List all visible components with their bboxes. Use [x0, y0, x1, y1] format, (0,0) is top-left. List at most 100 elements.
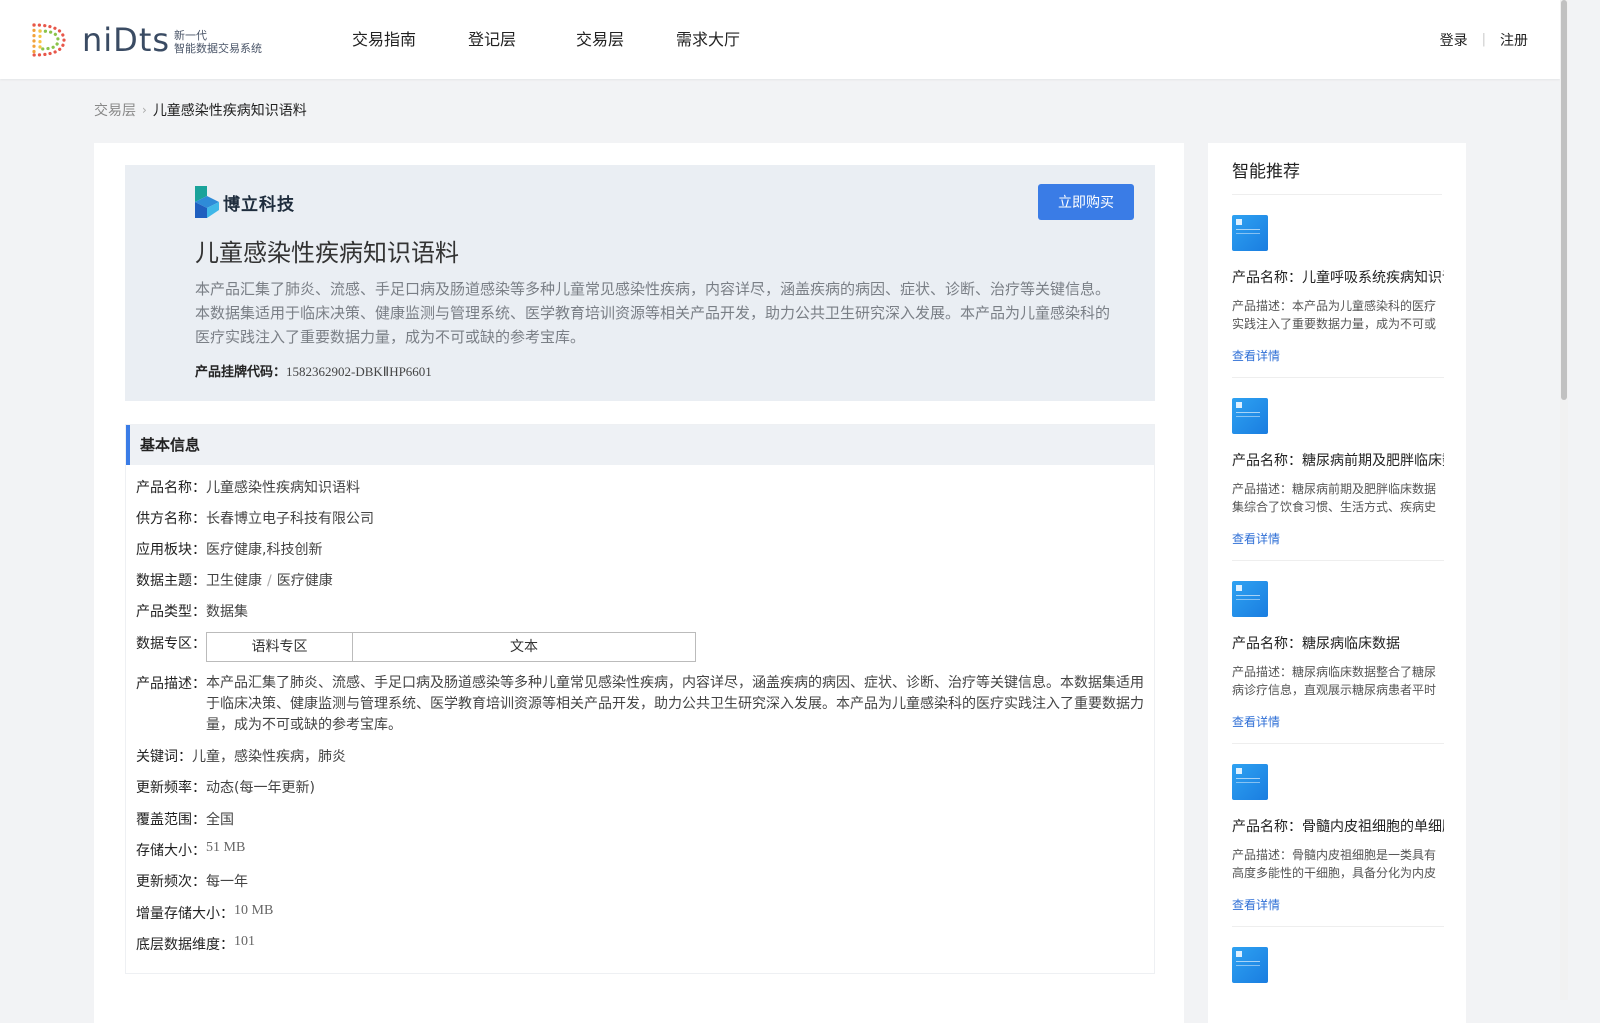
- recommendation-name[interactable]: 产品名称：糖尿病前期及肥胖临床数据: [1232, 450, 1444, 470]
- field-label: 存储大小：: [136, 843, 206, 859]
- product-thumbnail[interactable]: [1232, 581, 1268, 617]
- product-detail-card: 博立科技 立即购买 儿童感染性疾病知识语料 本产品汇集了肺炎、流感、手足口病及肠…: [94, 143, 1184, 1023]
- field-label: 产品类型：: [136, 604, 206, 620]
- product-thumbnail[interactable]: [1232, 947, 1268, 983]
- listing-code-label: 产品挂牌代码：: [195, 365, 287, 380]
- logo-wordmark: niDts: [82, 21, 171, 59]
- field-value: 医疗健康,科技创新: [206, 542, 323, 558]
- nav-registration-layer[interactable]: 登记层: [468, 0, 516, 79]
- field-value: 每一年: [206, 874, 248, 890]
- field-label: 产品名称：: [136, 480, 206, 496]
- field-data-dimensions: 底层数据维度： 101: [136, 934, 255, 954]
- view-details-link[interactable]: 查看详情: [1232, 347, 1280, 364]
- recommendation-item: 产品名称：糖尿病前期及肥胖临床数据 产品描述：糖尿病前期及肥胖临床数据集综合了饮…: [1232, 398, 1444, 561]
- product-thumbnail[interactable]: [1232, 398, 1268, 434]
- field-label: 更新频率：: [136, 780, 206, 796]
- theme-primary: 卫生健康: [206, 573, 262, 589]
- auth-links: 登录 | 注册: [1440, 0, 1528, 79]
- nav-demand-hall[interactable]: 需求大厅: [676, 0, 740, 79]
- field-supplier: 供方名称： 长春博立电子科技有限公司: [136, 508, 374, 528]
- recommendation-item: 产品名称：糖尿病临床数据 产品描述：糖尿病临床数据整合了糖尿病诊疗信息，直观展示…: [1232, 581, 1444, 744]
- recommendation-item: 产品名称：儿童呼吸系统疾病知识语料 产品描述：本产品为儿童感染科的医疗实践注入了…: [1232, 215, 1444, 378]
- recommendation-item: 产品名称：骨髓内皮祖细胞的单细胞数据 产品描述：骨髓内皮祖细胞是一类具有高度多能…: [1232, 764, 1444, 927]
- field-product-name: 产品名称： 儿童感染性疾病知识语料: [136, 477, 360, 497]
- field-label: 覆盖范围：: [136, 812, 206, 828]
- auth-separator: |: [1481, 32, 1486, 47]
- field-label: 应用板块：: [136, 542, 206, 558]
- field-label: 供方名称：: [136, 511, 206, 527]
- field-update-times: 更新频次： 每一年: [136, 871, 248, 891]
- field-value: 101: [234, 934, 255, 949]
- field-value: 卫生健康 / 医疗健康: [206, 570, 333, 590]
- breadcrumb-trading-layer[interactable]: 交易层: [94, 100, 136, 120]
- field-value: 儿童感染性疾病知识语料: [206, 480, 360, 496]
- main-nav: 交易指南 登记层 交易层 需求大厅: [352, 0, 792, 79]
- page-scrollbar-thumb[interactable]: [1561, 0, 1567, 400]
- nav-trade-guide[interactable]: 交易指南: [352, 0, 416, 79]
- site-logo[interactable]: niDts 新一代 智能数据交易系统: [28, 20, 262, 60]
- divider: [1232, 560, 1444, 561]
- field-keywords: 关键词： 儿童，感染性疾病，肺炎: [136, 746, 346, 766]
- recommendation-item: [1232, 947, 1444, 983]
- listing-code-value: 1582362902-DBKⅡHP6601: [286, 364, 432, 379]
- field-product-type: 产品类型： 数据集: [136, 601, 248, 621]
- register-link[interactable]: 注册: [1500, 30, 1528, 50]
- brand-name: 博立科技: [223, 194, 295, 215]
- field-label: 增量存储大小：: [136, 906, 234, 922]
- field-data-zone: 数据专区： 语料专区 文本: [136, 632, 696, 662]
- view-details-link[interactable]: 查看详情: [1232, 896, 1280, 913]
- top-header: niDts 新一代 智能数据交易系统 交易指南 登记层 交易层 需求大厅 登录 …: [0, 0, 1560, 79]
- chevron-right-icon: ›: [142, 103, 147, 117]
- theme-separator: /: [267, 573, 272, 589]
- field-description: 产品描述： 本产品汇集了肺炎、流感、手足口病及肠道感染等多种儿童常见感染性疾病，…: [136, 673, 1146, 736]
- field-label: 产品描述：: [136, 676, 206, 692]
- field-theme: 数据主题： 卫生健康 / 医疗健康: [136, 570, 333, 590]
- product-hero: 博立科技 立即购买 儿童感染性疾病知识语料 本产品汇集了肺炎、流感、手足口病及肠…: [125, 165, 1155, 401]
- logo-subtitle: 新一代 智能数据交易系统: [174, 25, 262, 55]
- recommendation-desc: 产品描述：本产品为儿童感染科的医疗实践注入了重要数据力量，成为不可或缺的参考宝库…: [1232, 299, 1437, 331]
- field-value: 全国: [206, 812, 234, 828]
- nav-trading-layer[interactable]: 交易层: [576, 0, 624, 79]
- field-value: 儿童，感染性疾病，肺炎: [192, 749, 346, 765]
- product-title: 儿童感染性疾病知识语料: [195, 239, 459, 267]
- recommendation-name[interactable]: 产品名称：儿童呼吸系统疾病知识语料: [1232, 267, 1444, 287]
- field-storage-size: 存储大小： 51 MB: [136, 840, 245, 860]
- logo-subtitle-line-2: 智能数据交易系统: [174, 42, 263, 55]
- divider: [1232, 926, 1444, 927]
- basic-info-heading: 基本信息: [126, 425, 1154, 465]
- field-value: 51 MB: [206, 840, 246, 855]
- field-label: 底层数据维度：: [136, 937, 234, 953]
- field-value: 10 MB: [234, 903, 274, 918]
- field-value: 动态(每一年更新): [206, 780, 315, 796]
- field-label: 数据主题：: [136, 573, 206, 589]
- divider: [1232, 743, 1444, 744]
- recommendation-name[interactable]: 产品名称：骨髓内皮祖细胞的单细胞数据: [1232, 816, 1444, 836]
- listing-code: 产品挂牌代码：1582362902-DBKⅡHP6601: [195, 361, 432, 380]
- recommendation-panel: 智能推荐 产品名称：儿童呼吸系统疾病知识语料 产品描述：本产品为儿童感染科的医疗…: [1208, 143, 1466, 1023]
- product-summary: 本产品汇集了肺炎、流感、手足口病及肠道感染等多种儿童常见感染性疾病，内容详尽，涵…: [195, 280, 1111, 346]
- login-link[interactable]: 登录: [1440, 30, 1468, 50]
- field-value: 数据集: [206, 604, 248, 620]
- product-thumbnail[interactable]: [1232, 764, 1268, 800]
- divider: [1232, 377, 1444, 378]
- field-incremental-storage: 增量存储大小： 10 MB: [136, 903, 273, 923]
- divider: [1232, 194, 1442, 195]
- logo-subtitle-line-1: 新一代: [174, 29, 208, 42]
- recommendation-name[interactable]: 产品名称：糖尿病临床数据: [1232, 633, 1444, 653]
- view-details-link[interactable]: 查看详情: [1232, 713, 1280, 730]
- buy-now-button[interactable]: 立即购买: [1038, 184, 1134, 220]
- breadcrumb: 交易层 › 儿童感染性疾病知识语料: [94, 100, 307, 120]
- supplier-brand: 博立科技: [195, 186, 295, 218]
- field-value: 长春博立电子科技有限公司: [206, 511, 374, 527]
- view-details-link[interactable]: 查看详情: [1232, 530, 1280, 547]
- recommendation-desc: 产品描述：骨髓内皮祖细胞是一类具有高度多能性的干细胞，具备分化为内皮细胞的能力。: [1232, 848, 1437, 880]
- brand-logo-icon: [195, 186, 219, 218]
- field-sector: 应用板块： 医疗健康,科技创新: [136, 539, 322, 559]
- field-value: 本产品汇集了肺炎、流感、手足口病及肠道感染等多种儿童常见感染性疾病，内容详尽，涵…: [206, 675, 1144, 733]
- data-zone-cell: 语料专区: [207, 633, 353, 661]
- recommendation-desc: 产品描述：糖尿病临床数据整合了糖尿病诊疗信息，直观展示糖尿病患者平时诊疗数据。: [1232, 665, 1437, 697]
- logo-dots-icon: [28, 21, 68, 59]
- field-label: 关键词：: [136, 749, 192, 765]
- data-zone-table: 语料专区 文本: [206, 632, 696, 662]
- product-thumbnail[interactable]: [1232, 215, 1268, 251]
